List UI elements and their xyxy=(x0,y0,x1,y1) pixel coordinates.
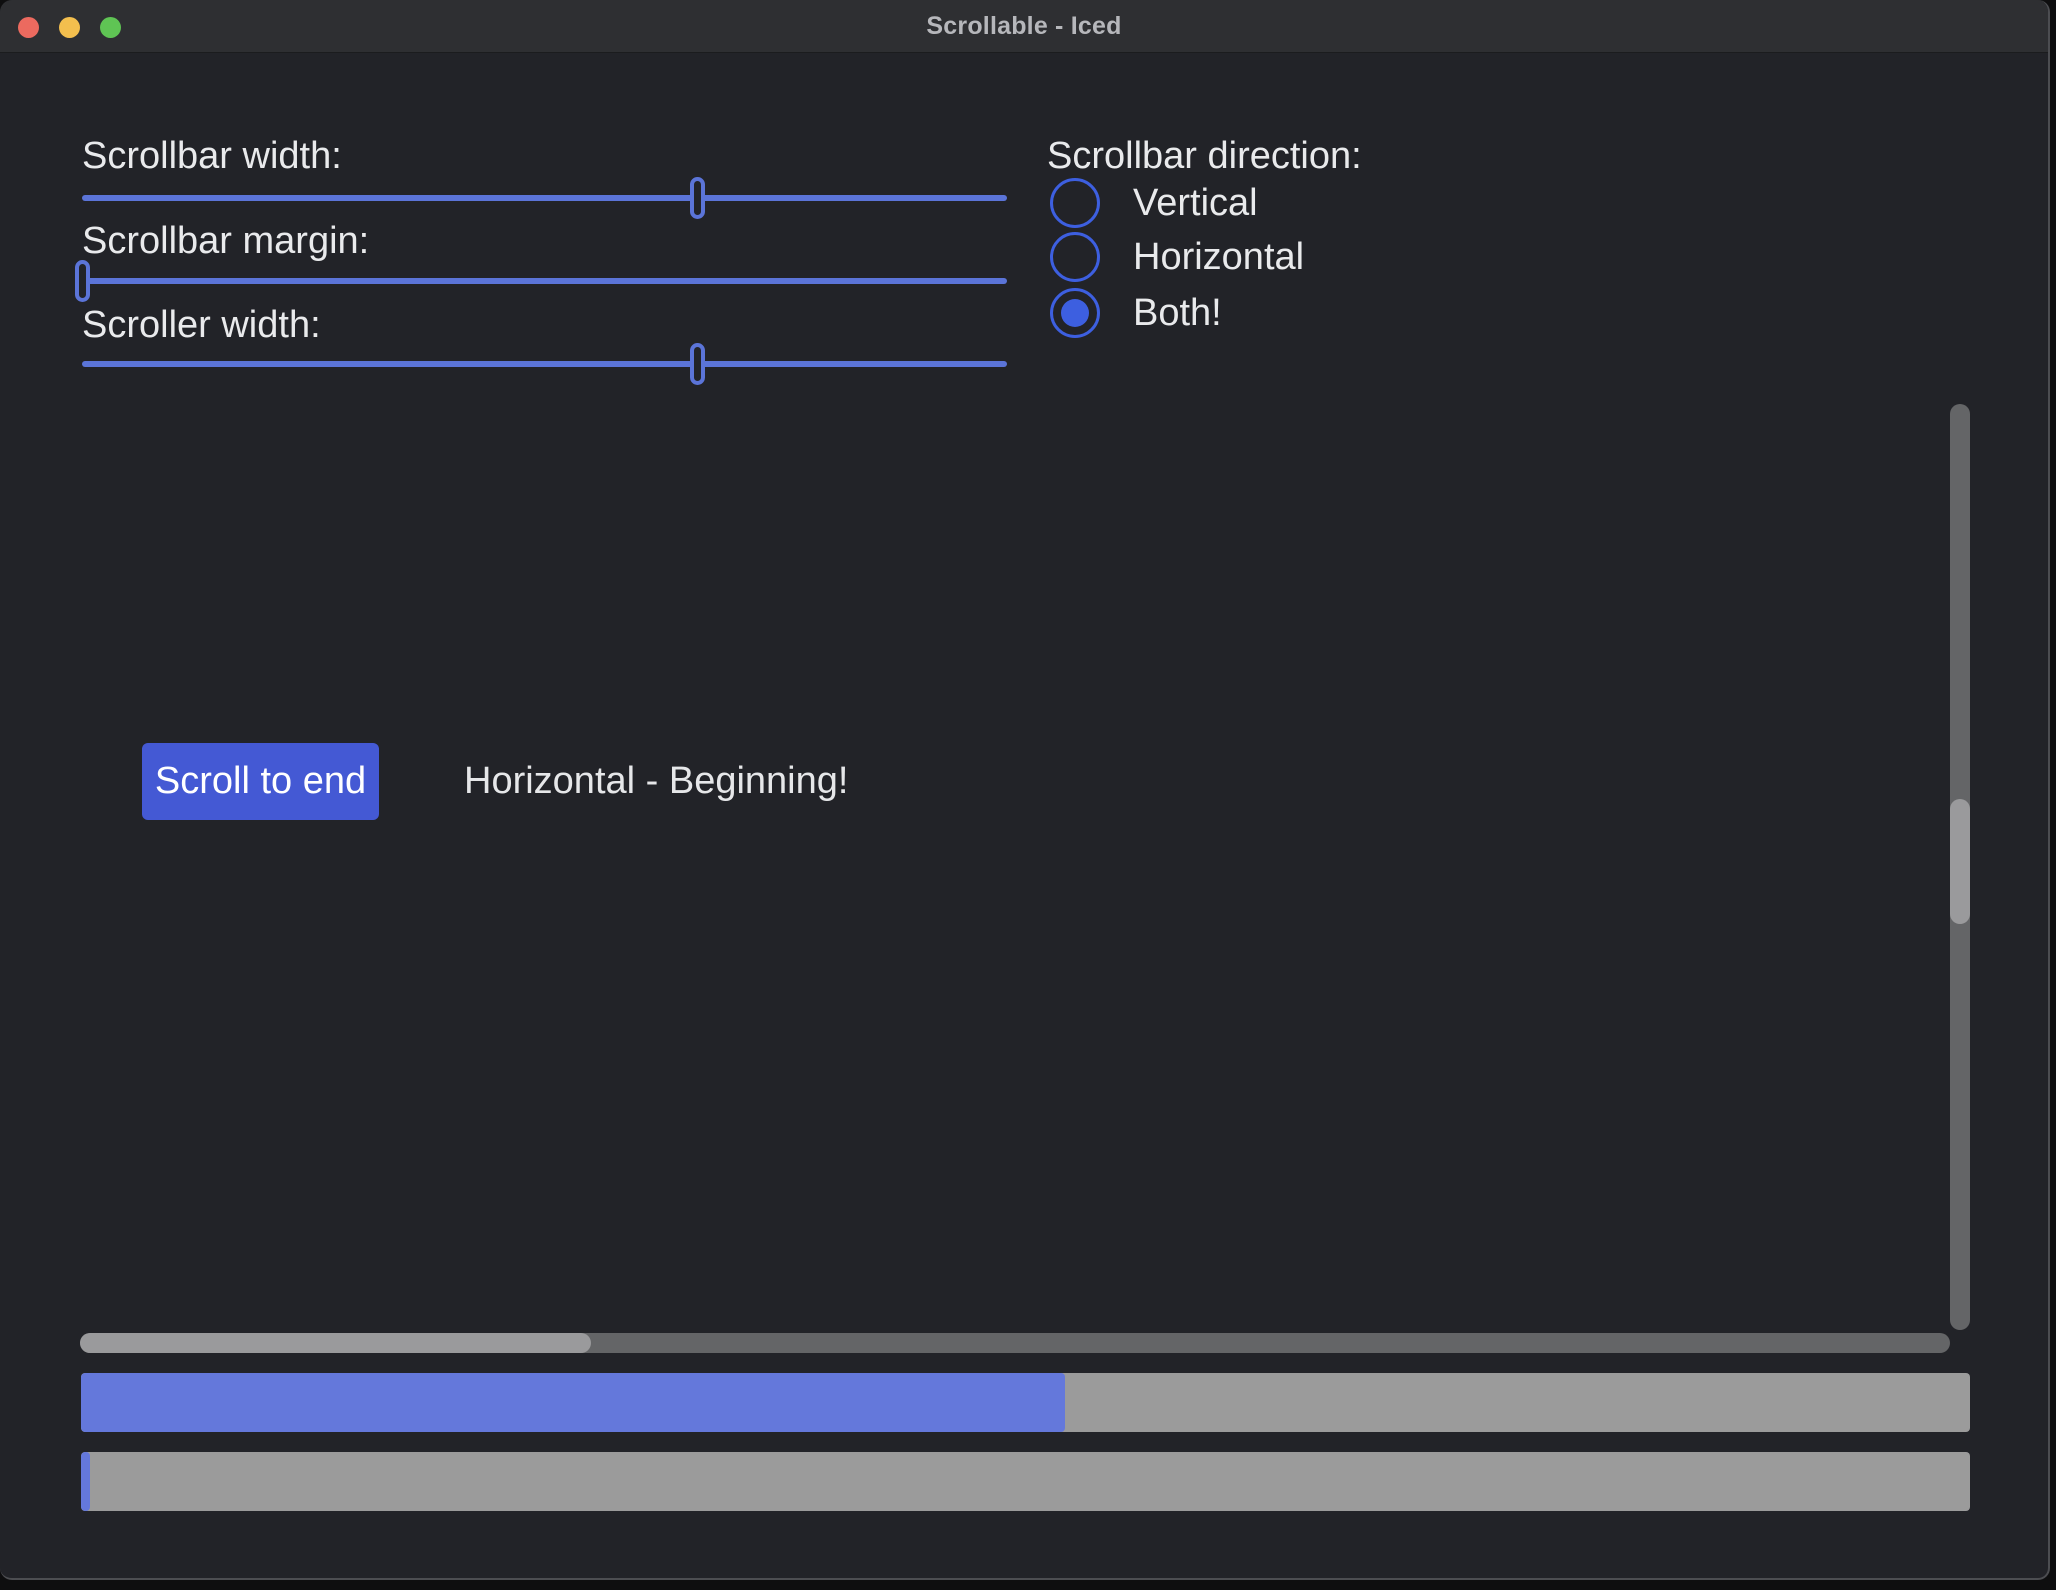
scroller-width-slider[interactable] xyxy=(82,361,1007,367)
radio-circle-icon[interactable] xyxy=(1050,178,1100,228)
radio-selected-dot-icon xyxy=(1061,299,1089,327)
radio-horizontal-label[interactable]: Horizontal xyxy=(1133,236,1304,279)
radio-both-label[interactable]: Both! xyxy=(1133,292,1222,335)
zoom-button[interactable] xyxy=(100,17,121,38)
screen: Scrollable - Iced Scrollbar width: Scrol… xyxy=(0,0,2056,1590)
scrollbar-margin-slider[interactable] xyxy=(82,278,1007,284)
traffic-lights xyxy=(18,17,121,38)
horizontal-scrollbar-thumb[interactable] xyxy=(80,1333,591,1353)
radio-horizontal[interactable]: Horizontal xyxy=(1050,232,1304,282)
vertical-progress-bar xyxy=(81,1452,1970,1511)
radio-circle-icon[interactable] xyxy=(1050,288,1100,338)
scrollbar-width-slider-handle[interactable] xyxy=(690,177,705,219)
minimize-button[interactable] xyxy=(59,17,80,38)
horizontal-progress-bar xyxy=(81,1373,1970,1432)
scrollbar-margin-label: Scrollbar margin: xyxy=(82,218,369,264)
scroller-width-label: Scroller width: xyxy=(82,302,321,348)
app-window: Scrollable - Iced Scrollbar width: Scrol… xyxy=(0,0,2050,1580)
scrollbar-margin-slider-handle[interactable] xyxy=(75,260,90,302)
radio-both[interactable]: Both! xyxy=(1050,288,1222,338)
window-title: Scrollable - Iced xyxy=(926,12,1121,41)
vertical-scrollbar-thumb[interactable] xyxy=(1950,799,1970,924)
titlebar[interactable]: Scrollable - Iced xyxy=(0,0,2048,53)
vertical-progress-fill xyxy=(81,1452,90,1511)
radio-vertical[interactable]: Vertical xyxy=(1050,178,1258,228)
radio-vertical-label[interactable]: Vertical xyxy=(1133,182,1258,225)
vertical-scrollbar-track[interactable] xyxy=(1950,404,1970,1330)
scrollbar-width-slider[interactable] xyxy=(82,195,1007,201)
scroll-status-text: Horizontal - Beginning! xyxy=(464,743,848,820)
scrollbar-direction-label: Scrollbar direction: xyxy=(1047,133,1362,179)
scroll-to-end-button[interactable]: Scroll to end xyxy=(142,743,379,820)
scroller-width-slider-handle[interactable] xyxy=(690,343,705,385)
horizontal-scrollbar-track[interactable] xyxy=(80,1333,1950,1353)
close-button[interactable] xyxy=(18,17,39,38)
radio-circle-icon[interactable] xyxy=(1050,232,1100,282)
horizontal-progress-fill xyxy=(81,1373,1065,1432)
scrollbar-width-label: Scrollbar width: xyxy=(82,133,342,179)
